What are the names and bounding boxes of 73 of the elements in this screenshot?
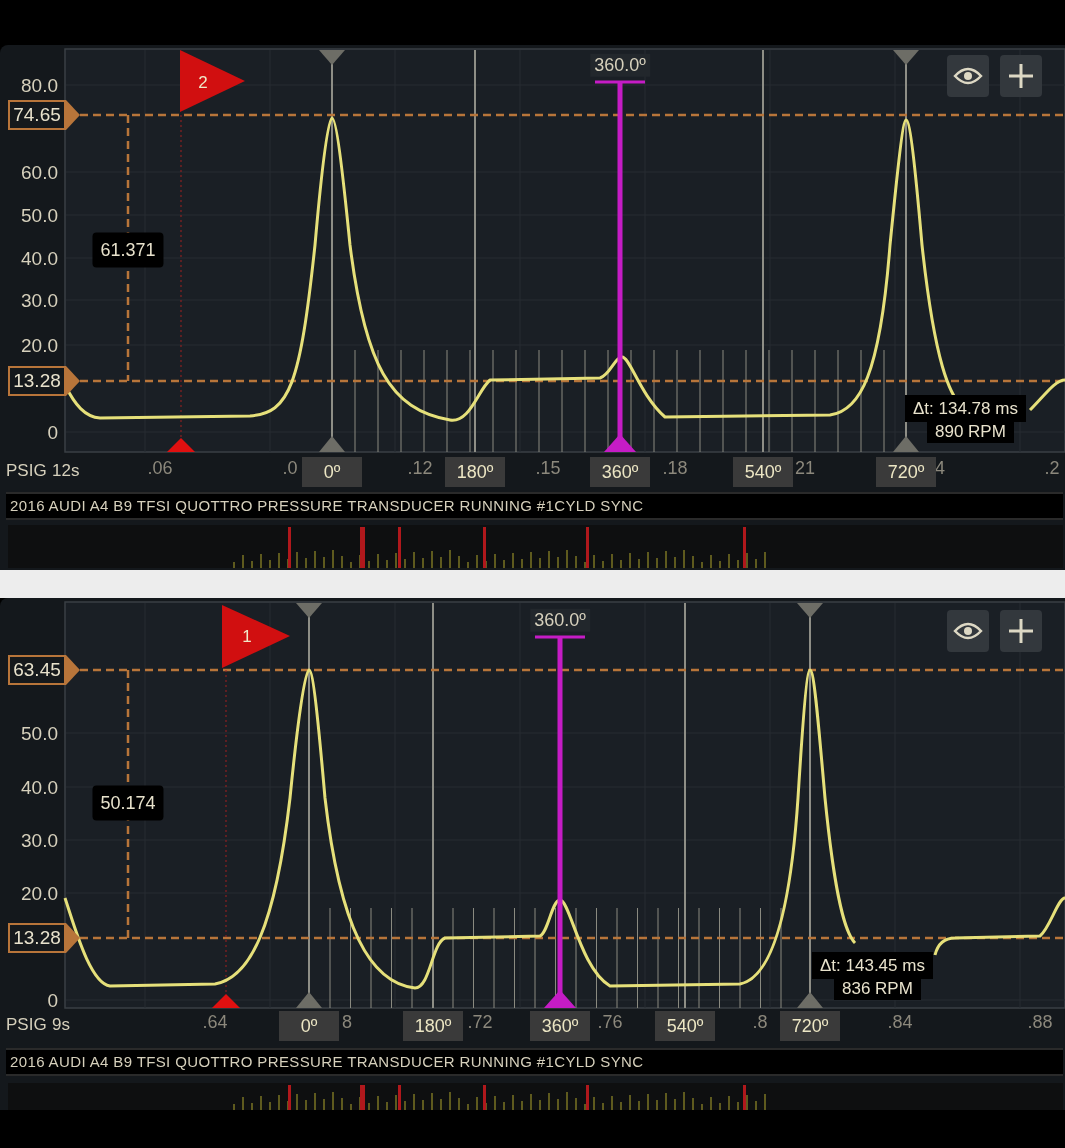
axis-label: 21 [795,459,815,477]
marker-pointer-icon [66,100,80,130]
angle-label: 0º [279,1011,339,1041]
cursor-handle [212,994,240,1008]
unit-label: PSIG [6,1015,47,1033]
axis-label: 9s [52,1015,70,1033]
angle-label: 180º [403,1011,463,1041]
view-button[interactable] [947,55,989,97]
flag-marker [222,605,290,668]
plus-icon [1008,63,1034,89]
angle-label: 360º [590,457,650,487]
axis-label: 0 [46,990,58,1010]
angle-label: 720º [780,1011,840,1041]
level-marker[interactable]: 13.28 [8,366,66,396]
add-button[interactable] [1000,55,1042,97]
angle-label: 720º [876,457,936,487]
plus-icon [1008,618,1034,644]
axis-label: .72 [467,1013,493,1031]
level-marker[interactable]: 63.45 [8,655,66,685]
unit-label: PSIG [6,461,47,479]
axis-label: .15 [535,459,561,477]
marker-pointer-icon [66,655,80,685]
flag-number: 2 [198,73,208,91]
axis-label: 4 [935,459,945,477]
axis-label: 20.0 [20,335,58,355]
flag-number: 1 [242,627,252,645]
axis-label: 30.0 [20,290,58,310]
axis-label: 0 [46,422,58,442]
axis-label: .76 [597,1013,623,1031]
cursor-readout: 360.0º [590,53,650,77]
trace-title: 2016 AUDI A4 B9 TFSI QUOTTRO PRESSURE TRANSDUCER RUNNING #1CYLD SYNC [6,492,1063,520]
axis-label: 40.0 [20,777,58,797]
marker-pointer-icon [66,923,80,953]
eye-icon [953,621,983,641]
axis-label: 40.0 [20,248,58,268]
delta-time-readout: Δt: 143.45 ms [812,952,933,980]
axis-label: 50.0 [20,205,58,225]
add-button[interactable] [1000,610,1042,652]
axis-label: .64 [202,1013,228,1031]
cursor-readout: 360.0º [530,608,590,632]
delta-time-readout: Δt: 134.78 ms [905,395,1026,423]
cursor-handle [167,438,195,452]
axis-label: .2 [1044,459,1060,477]
trace-title: 2016 AUDI A4 B9 TFSI QUOTTRO PRESSURE TRANSDUCER RUNNING #1CYLD SYNC [6,1048,1063,1076]
view-button[interactable] [947,610,989,652]
axis-label: 80.0 [20,75,58,95]
axis-label: 20.0 [20,883,58,903]
angle-label: 540º [655,1011,715,1041]
angle-label: 0º [302,457,362,487]
axis-label: .8 [752,1013,768,1031]
axis-label: .84 [887,1013,913,1031]
axis-label: .06 [147,459,173,477]
rpm-readout: 836 RPM [834,977,921,1001]
axis-label: .12 [407,459,433,477]
axis-label: 60.0 [20,162,58,182]
delta-readout: 61.371 [92,232,164,268]
rpm-readout: 890 RPM [927,420,1014,444]
axis-label: 12s [52,461,80,479]
level-marker[interactable]: 13.28 [8,923,66,953]
flag-marker [180,50,245,112]
eye-icon [953,66,983,86]
axis-label: .0 [282,459,298,477]
axis-label: 50.0 [20,723,58,743]
axis-label: .88 [1027,1013,1053,1031]
marker-pointer-icon [66,366,80,396]
angle-label: 540º [733,457,793,487]
axis-label: 8 [342,1013,352,1031]
delta-readout: 50.174 [92,785,164,821]
angle-label: 360º [530,1011,590,1041]
axis-label: 30.0 [20,830,58,850]
level-marker[interactable]: 74.65 [8,100,66,130]
angle-label: 180º [445,457,505,487]
axis-label: .18 [662,459,688,477]
